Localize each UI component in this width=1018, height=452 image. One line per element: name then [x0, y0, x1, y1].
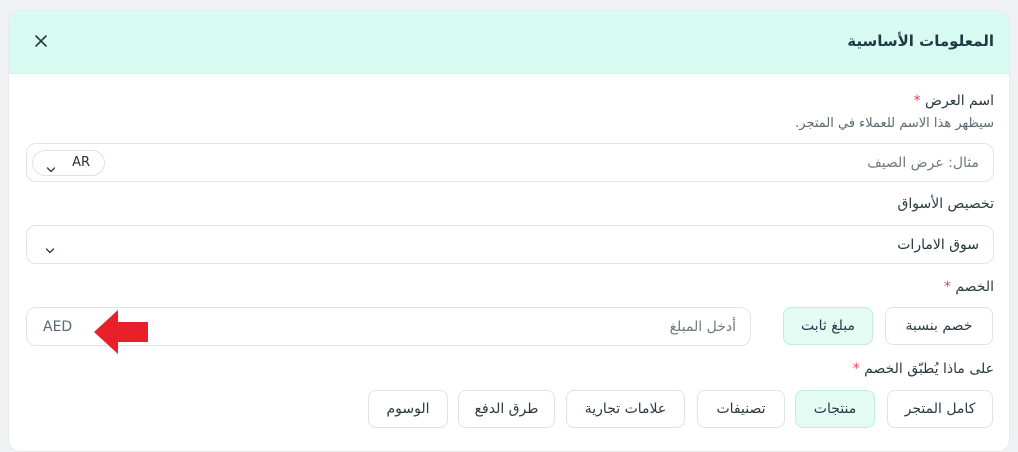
language-value: AR [72, 155, 90, 170]
offer-name-label-text: اسم العرض [925, 93, 994, 109]
markets-selected-value: سوق الامارات [897, 237, 979, 253]
offer-name-label: اسم العرض * [914, 93, 994, 109]
basic-info-card: المعلومات الأساسية اسم العرض * سيظهر هذا… [8, 10, 1010, 452]
close-icon[interactable] [31, 31, 51, 51]
apply-to-categories-button[interactable]: تصنيفات [697, 390, 785, 428]
offer-name-input[interactable]: مثال: عرض الصيف AR [26, 143, 994, 182]
chevron-down-icon [45, 240, 55, 259]
card-header: المعلومات الأساسية [9, 11, 1009, 74]
apply-to-tags-button[interactable]: الوسوم [368, 390, 448, 428]
discount-type-percentage-button[interactable]: خصم بنسبة [885, 307, 993, 345]
markets-label: تخصيص الأسواق [897, 196, 995, 212]
offer-name-hint: سيظهر هذا الاسم للعملاء في المتجر. [795, 116, 994, 131]
discount-amount-placeholder: أدخل المبلغ [669, 319, 736, 335]
discount-label-text: الخصم [955, 279, 994, 295]
apply-to-label: على ماذا يُطبّق الخصم * [853, 361, 994, 377]
red-arrow-annotation [93, 309, 149, 359]
required-mark: * [913, 93, 921, 109]
markets-select[interactable]: سوق الامارات [26, 225, 994, 264]
offer-name-placeholder: مثال: عرض الصيف [867, 155, 979, 171]
apply-to-whole-store-button[interactable]: كامل المتجر [887, 390, 993, 428]
apply-to-label-text: على ماذا يُطبّق الخصم [864, 361, 994, 377]
currency-label: AED [43, 319, 73, 335]
required-mark: * [852, 361, 860, 377]
language-select[interactable]: AR [32, 150, 105, 176]
discount-label: الخصم * [944, 279, 994, 295]
discount-type-fixed-button[interactable]: مبلغ ثابت [783, 307, 873, 345]
required-mark: * [943, 279, 951, 295]
apply-to-payment-methods-button[interactable]: طرق الدفع [458, 390, 555, 428]
apply-to-brands-button[interactable]: علامات تجارية [566, 390, 685, 428]
card-title: المعلومات الأساسية [847, 32, 994, 50]
apply-to-products-button[interactable]: منتجات [795, 390, 875, 428]
chevron-down-icon [46, 159, 56, 178]
